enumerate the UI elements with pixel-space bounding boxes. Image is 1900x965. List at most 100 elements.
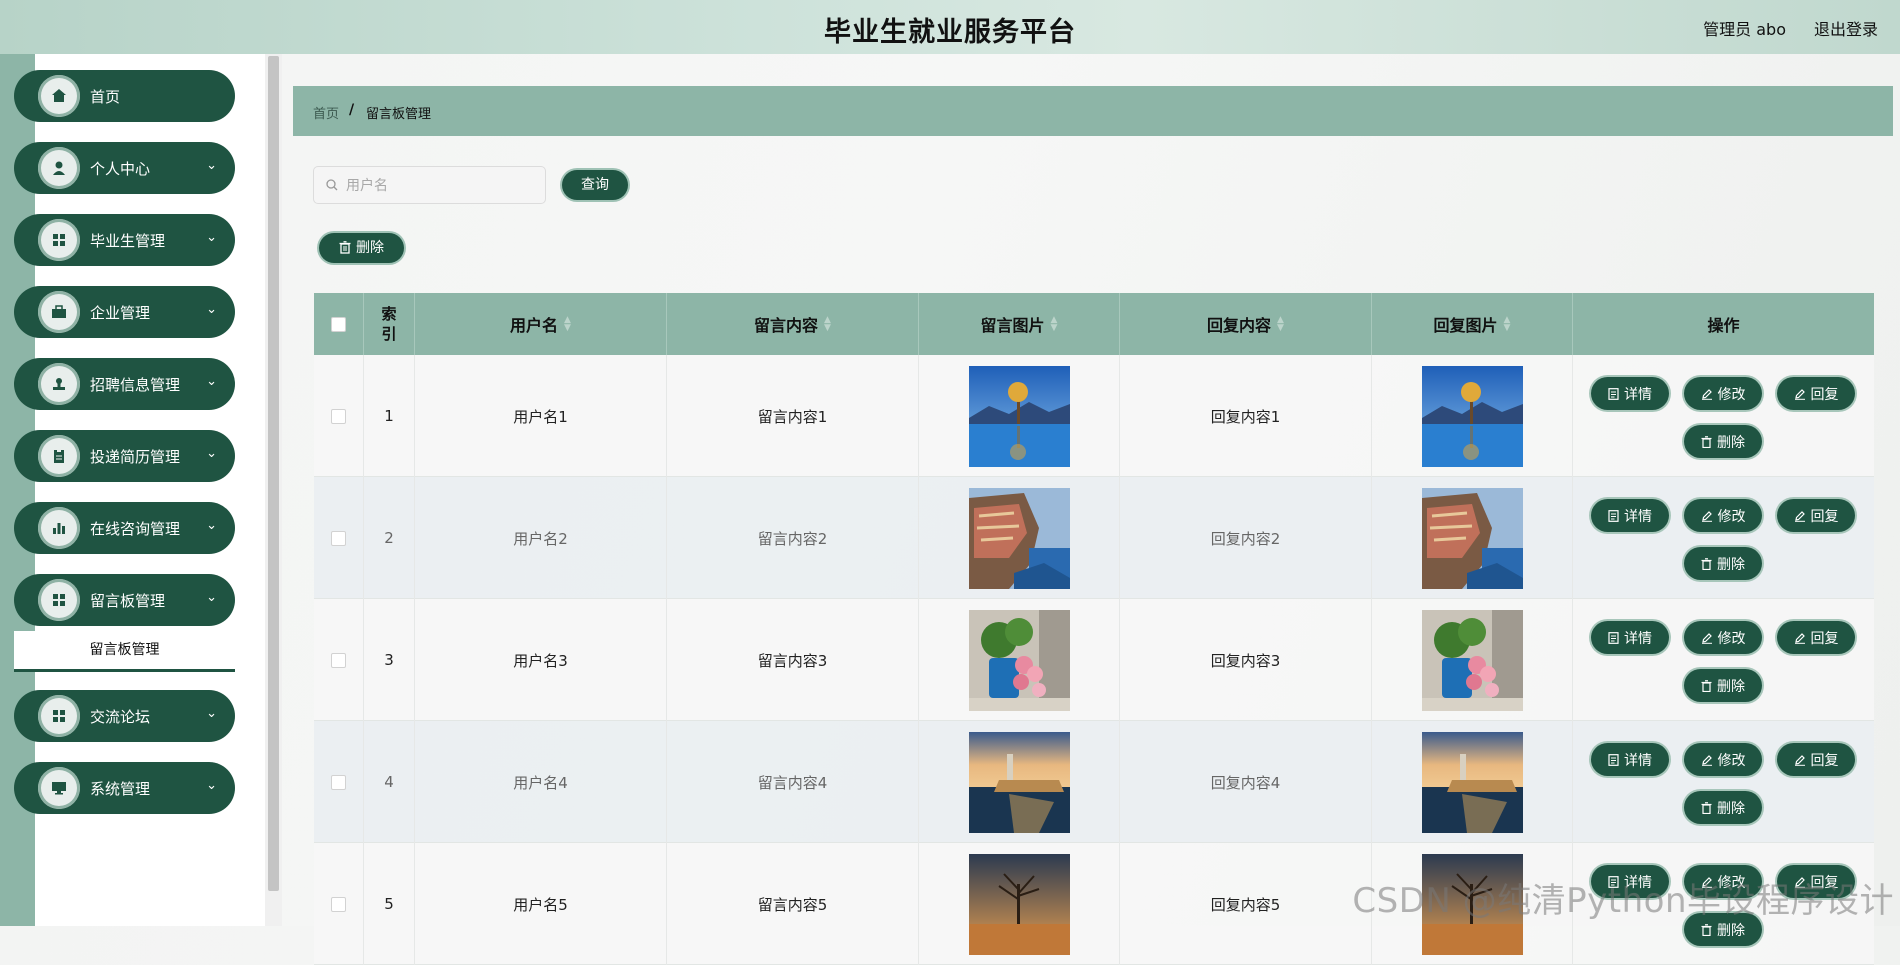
sidebar-item-7[interactable]: 在线咨询管理 ⌄: [14, 502, 235, 554]
sort-icon[interactable]: ▲ ▼: [824, 316, 831, 333]
grid-icon: [53, 234, 65, 246]
message-image[interactable]: [968, 853, 1070, 955]
chevron-down-icon: ⌄: [206, 230, 217, 245]
column-header-image[interactable]: 留言图片 ▲ ▼: [919, 293, 1120, 355]
delete-label: 删除: [1717, 434, 1745, 451]
actions-cell: 详情 修改 回复删除: [1573, 355, 1874, 477]
top-header: 毕业生就业服务平台 管理员 abo 退出登录: [0, 0, 1900, 54]
delete-label: 删除: [1717, 678, 1745, 695]
sidebar-item-label: 留言板管理: [90, 592, 166, 610]
sidebar-subitem-message-board[interactable]: 留言板管理: [14, 631, 235, 672]
edit-button[interactable]: 修改: [1684, 743, 1762, 776]
sort-icon[interactable]: ▲ ▼: [1277, 316, 1284, 333]
row-checkbox[interactable]: [331, 774, 346, 790]
sidebar-item-9[interactable]: 交流论坛 ⌄: [14, 690, 235, 742]
pencil-icon: [1701, 510, 1712, 522]
nav-icon-badge: [38, 147, 80, 189]
sidebar-item-2[interactable]: 个人中心 ⌄: [14, 142, 235, 194]
sort-icon[interactable]: ▲ ▼: [564, 316, 571, 333]
nav-icon-badge: [38, 75, 80, 117]
detail-button[interactable]: 详情: [1591, 377, 1669, 410]
breadcrumb-separator: /: [349, 102, 355, 118]
row-checkbox[interactable]: [331, 652, 346, 668]
sidebar-item-1[interactable]: 首页: [14, 70, 235, 122]
reply-image[interactable]: [1421, 365, 1523, 467]
content-cell: 留言内容2: [667, 477, 919, 599]
detail-button[interactable]: 详情: [1591, 499, 1669, 532]
column-header-username[interactable]: 用户名 ▲ ▼: [415, 293, 667, 355]
index-cell: 2: [364, 477, 415, 599]
table-row: 2 用户名2 留言内容2 回复内容2 详情 修改 回复 删除: [314, 477, 1874, 599]
batch-delete-button[interactable]: 删除: [319, 233, 404, 263]
username-search-field[interactable]: [313, 166, 546, 204]
nav-icon-badge: [38, 219, 80, 261]
index-cell: 3: [364, 599, 415, 721]
detail-button[interactable]: 详情: [1591, 743, 1669, 776]
edit-button[interactable]: 修改: [1684, 377, 1762, 410]
detail-label: 详情: [1624, 386, 1652, 403]
reply-image-cell: [1372, 721, 1573, 843]
grid-icon: [53, 594, 65, 606]
image-cell: [919, 721, 1120, 843]
search-input[interactable]: [344, 175, 538, 197]
reply-button[interactable]: 回复: [1777, 743, 1855, 776]
reply-edit-icon: [1794, 510, 1805, 522]
detail-label: 详情: [1624, 508, 1652, 525]
message-image[interactable]: [968, 487, 1070, 589]
row-checkbox[interactable]: [331, 408, 346, 424]
row-checkbox[interactable]: [331, 896, 346, 912]
delete-button[interactable]: 删除: [1684, 791, 1762, 824]
sidebar-item-6[interactable]: 投递简历管理 ⌄: [14, 430, 235, 482]
reply-button[interactable]: 回复: [1777, 499, 1855, 532]
delete-button[interactable]: 删除: [1684, 669, 1762, 702]
breadcrumb-home[interactable]: 首页: [313, 103, 339, 122]
username-cell: 用户名3: [415, 599, 667, 721]
sidebar-scrollbar-thumb[interactable]: [268, 56, 279, 891]
sort-icon[interactable]: ▲ ▼: [1504, 316, 1511, 333]
trash-icon: [339, 241, 351, 254]
row-select-cell: [314, 599, 364, 721]
column-header-content[interactable]: 留言内容 ▲ ▼: [667, 293, 919, 355]
logout-link[interactable]: 退出登录: [1814, 16, 1878, 40]
reply-image[interactable]: [1421, 731, 1523, 833]
detail-button[interactable]: 详情: [1591, 621, 1669, 654]
reply-label: 回复: [1810, 752, 1839, 769]
row-checkbox[interactable]: [331, 530, 346, 546]
search-button[interactable]: 查询: [562, 170, 628, 200]
sidebar-item-label: 交流论坛: [90, 708, 151, 726]
trash-icon: [1701, 435, 1712, 448]
edit-button[interactable]: 修改: [1684, 499, 1762, 532]
sidebar-item-8[interactable]: 留言板管理 ⌄: [14, 574, 235, 626]
edit-button[interactable]: 修改: [1684, 621, 1762, 654]
delete-label: 删除: [1717, 556, 1745, 573]
app-title: 毕业生就业服务平台: [824, 17, 1076, 48]
chevron-down-icon: ⌄: [206, 778, 217, 793]
column-header-reply-image[interactable]: 回复图片 ▲ ▼: [1372, 293, 1573, 355]
sidebar-item-5[interactable]: 招聘信息管理 ⌄: [14, 358, 235, 410]
message-image[interactable]: [968, 609, 1070, 711]
reply-image[interactable]: [1421, 609, 1523, 711]
detail-label: 详情: [1624, 752, 1652, 769]
message-image[interactable]: [968, 731, 1070, 833]
reply-button[interactable]: 回复: [1777, 621, 1855, 654]
nav-icon-badge: [38, 579, 80, 621]
sort-icon[interactable]: ▲ ▼: [1051, 316, 1058, 333]
person-icon: [53, 161, 65, 175]
reply-image[interactable]: [1421, 487, 1523, 589]
select-all-checkbox[interactable]: [331, 316, 346, 332]
delete-button[interactable]: 删除: [1684, 547, 1762, 580]
message-image[interactable]: [968, 365, 1070, 467]
column-header-reply[interactable]: 回复内容 ▲ ▼: [1120, 293, 1372, 355]
sidebar-item-3[interactable]: 毕业生管理 ⌄: [14, 214, 235, 266]
column-header-reply-label: 回复内容: [1207, 316, 1272, 335]
edit-label: 修改: [1717, 752, 1746, 769]
delete-button[interactable]: 删除: [1684, 425, 1762, 458]
sidebar-item-10[interactable]: 系统管理 ⌄: [14, 762, 235, 814]
sidebar-item-4[interactable]: 企业管理 ⌄: [14, 286, 235, 338]
column-header-content-label: 留言内容: [754, 316, 819, 335]
reply-button[interactable]: 回复: [1777, 377, 1855, 410]
reply-cell: 回复内容1: [1120, 355, 1372, 477]
username-cell: 用户名1: [415, 355, 667, 477]
trash-icon: [1701, 801, 1712, 814]
column-header-actions: 操作: [1573, 293, 1874, 355]
